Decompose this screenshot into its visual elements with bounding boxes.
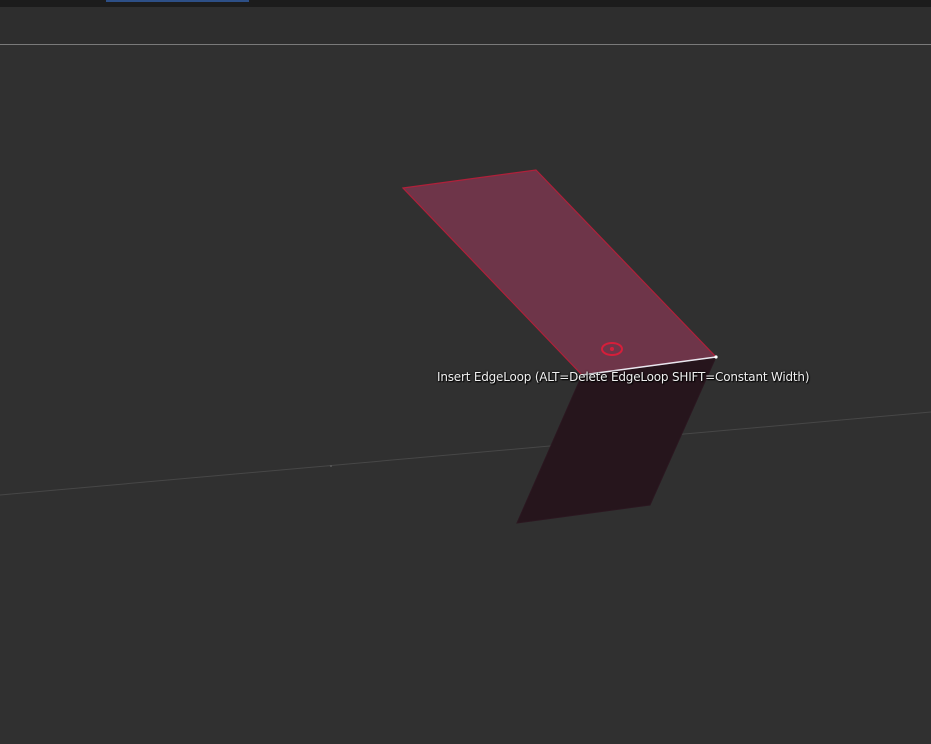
mesh-face-upper[interactable] [401,169,718,376]
edge-vertex[interactable] [714,355,718,359]
editor-window: Insert EdgeLoop (ALT=Delete EdgeLoop SHI… [0,0,931,744]
grid-line [0,411,931,496]
world-origin-dot [330,465,332,467]
tool-hint-label: Insert EdgeLoop (ALT=Delete EdgeLoop SHI… [437,370,810,384]
